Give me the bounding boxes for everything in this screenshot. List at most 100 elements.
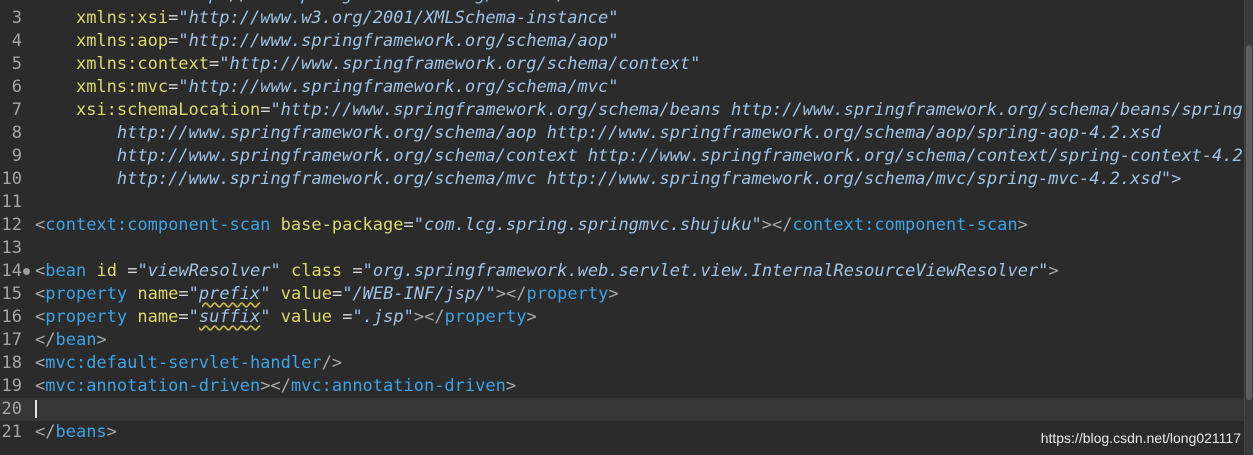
equals-sign: = [168, 8, 179, 28]
code-line[interactable]: 11 [0, 191, 1245, 214]
bracket: ></ [761, 215, 793, 235]
code-line[interactable]: 2 <beans xmlns="http://www.springframewor… [0, 0, 1245, 7]
attribute-name: xmlns:mvc [75, 77, 169, 97]
code-line[interactable]: 6 xmlns:mvc="http://www.springframework.… [0, 76, 1245, 99]
line-number: 3 [11, 8, 22, 28]
attribute-name: base-package [280, 215, 404, 235]
bracket: > [505, 376, 517, 396]
equals-sign: = [168, 77, 179, 97]
bracket: > [526, 307, 537, 327]
bracket: < [35, 284, 46, 304]
code-line[interactable]: 20 [0, 398, 1245, 421]
code-line[interactable]: 19 <mvc:annotation-driven></mvc:annotatio… [0, 375, 1245, 398]
equals-sign: = [352, 261, 363, 281]
line-number: 13 [1, 238, 22, 258]
code-line[interactable]: 5 xmlns:context="http://www.springframew… [0, 53, 1245, 76]
attribute-value: http://www.springframework.org/schema/mv… [116, 169, 1182, 189]
tag-name: bean [55, 330, 97, 350]
attribute-name: xmlns:aop [75, 31, 169, 51]
tag-name: mvc:annotation-driven [290, 376, 506, 396]
bracket: > [1048, 261, 1059, 281]
line-number: 4 [11, 31, 22, 51]
code-line[interactable]: 17 </bean> [0, 329, 1245, 352]
attribute-value-warning: suffix [198, 307, 261, 327]
line-content: <mvc:annotation-driven></mvc:annotation-… [35, 375, 516, 398]
bracket: </ [35, 330, 56, 350]
equals-sign: = [209, 54, 220, 74]
line-content: </beans> [35, 421, 117, 444]
line-number: 12 [1, 215, 22, 235]
bracket: < [35, 215, 46, 235]
code-line[interactable]: 4 xmlns:aop="http://www.springframework.… [0, 30, 1245, 53]
fold-marker-icon[interactable] [23, 268, 30, 275]
bracket: ></ [413, 307, 445, 327]
code-line[interactable]: 13 [0, 237, 1245, 260]
attribute-value-warning: prefix [198, 284, 261, 304]
code-line[interactable]: 9 http://www.springframework.org/schema/… [0, 145, 1245, 168]
line-number: 2 [0, 0, 22, 7]
tag-name: bean [45, 261, 87, 281]
attribute-name: id [96, 261, 117, 281]
line-number: 6 [11, 77, 22, 97]
line-number: 20 [1, 399, 22, 419]
bracket: ></ [495, 284, 527, 304]
line-number: 15 [1, 284, 22, 304]
code-line[interactable]: 12 <context:component-scan base-package="… [0, 214, 1245, 237]
attribute-value: "http://www.springframework.org/schema/b… [168, 0, 629, 5]
line-content: <mvc:default-servlet-handler/> [35, 352, 342, 375]
code-line[interactable]: 3 xmlns:xsi="http://www.w3.org/2001/XMLS… [0, 7, 1245, 30]
equals-sign: = [168, 31, 179, 51]
code-line[interactable]: 18 <mvc:default-servlet-handler/> [0, 352, 1245, 375]
line-number: 8 [11, 123, 22, 143]
bracket: < [35, 376, 46, 396]
code-line[interactable]: 7 xsi:schemaLocation="http://www.springf… [0, 99, 1245, 122]
text-caret [35, 400, 37, 418]
attribute-name: xsi:schemaLocation [75, 100, 261, 120]
equals-sign: = [342, 307, 353, 327]
code-line[interactable]: 10 http://www.springframework.org/schema… [0, 168, 1245, 191]
attribute-name: xmlns:context [75, 54, 210, 74]
code-line[interactable]: 8 http://www.springframework.org/schema/… [0, 122, 1245, 145]
line-content: <bean id ="viewResolver" class ="org.spr… [35, 260, 1059, 283]
vertical-scrollbar[interactable] [1244, 0, 1253, 455]
equals-sign: = [178, 284, 189, 304]
attribute-value: " [260, 284, 271, 304]
bracket: > [106, 422, 117, 442]
bracket: < [35, 307, 46, 327]
line-number: 17 [1, 330, 22, 350]
line-content: xmlns:xsi="http://www.w3.org/2001/XMLSch… [35, 7, 618, 30]
watermark-url: https://blog.csdn.net/long021117 [1040, 430, 1241, 446]
code-line[interactable]: 16 <property name="suffix" value =".jsp">… [0, 306, 1245, 329]
code-line[interactable]: 15 <property name="prefix" value="/WEB-IN… [0, 283, 1245, 306]
attribute-value: " [260, 307, 271, 327]
code-editor[interactable]: 2<beans xmlns="http://www.springframewor… [0, 0, 1245, 455]
attribute-value: "http://www.springframework.org/schema/m… [178, 77, 619, 97]
tag-name: mvc:annotation-driven [45, 376, 261, 396]
tag-name: property [526, 284, 609, 304]
attribute-value: "/WEB-INF/jsp/" [342, 284, 496, 304]
line-number: 9 [11, 146, 22, 166]
scrollbar-thumb[interactable] [1246, 45, 1252, 400]
attribute-name: class [290, 261, 343, 281]
tag-name: property [45, 284, 128, 304]
attribute-value: " [188, 284, 199, 304]
attribute-name: xmlns [107, 0, 158, 5]
line-number: 10 [1, 169, 22, 189]
equals-sign: = [178, 307, 189, 327]
code-line[interactable]: 14 <bean id ="viewResolver" class ="org.s… [0, 260, 1245, 283]
